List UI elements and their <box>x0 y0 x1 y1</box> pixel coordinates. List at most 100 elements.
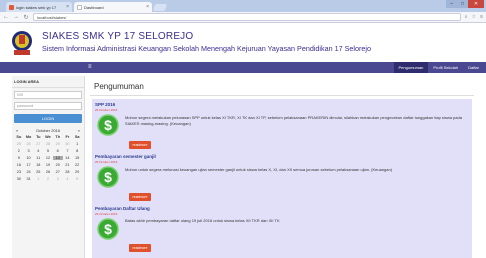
calendar-day[interactable]: 16 <box>14 163 24 167</box>
window-controls: – □ ✕ <box>446 0 484 8</box>
login-button[interactable]: LOGIN <box>14 114 82 123</box>
announcement-title: Pembayaran semester ganjil <box>95 154 156 159</box>
bookmark-star-icon[interactable]: ☆ <box>472 14 476 20</box>
readmore-button[interactable]: readmore <box>129 141 151 149</box>
calendar-day[interactable]: 28 <box>43 142 53 146</box>
calendar-day[interactable]: 30 <box>63 142 73 146</box>
browser-tools: ⌕ ☆ ≡ <box>465 14 483 20</box>
back-icon[interactable]: ← <box>3 14 9 20</box>
calendar-day[interactable]: 27 <box>33 142 43 146</box>
forward-icon[interactable]: → <box>13 14 19 20</box>
menu-toggle-icon[interactable]: ≡ <box>88 64 92 70</box>
calendar-day[interactable]: 5 <box>72 177 82 181</box>
tab-title: login siakes smk yp 17 <box>16 4 57 10</box>
calendar: « October 2016 » Su Mo Tu We Th Fr Sa 25 26 27 28 2… <box>14 127 82 181</box>
calendar-day[interactable]: 29 <box>72 170 82 174</box>
calendar-day[interactable]: 20 <box>53 163 63 167</box>
main-navbar: ≡ Pengumuman Profil Sekolah Daftar <box>0 62 486 73</box>
calendar-day[interactable]: 1 <box>33 177 43 181</box>
calendar-day[interactable]: 19 <box>43 163 53 167</box>
announcement-list: SPP 2016 29 October 2016 $ Mohon segera … <box>92 99 472 258</box>
calendar-day[interactable]: 3 <box>53 177 63 181</box>
password-input[interactable]: password <box>14 102 82 110</box>
nav-daftar[interactable]: Daftar <box>463 62 484 73</box>
calendar-day[interactable]: 3 <box>24 149 34 153</box>
menu-icon[interactable]: ≡ <box>480 14 483 20</box>
calendar-day[interactable]: 31 <box>24 177 34 181</box>
calendar-header: « October 2016 » <box>14 127 82 135</box>
dollar-icon: $ <box>97 114 119 136</box>
url-text: localhost/siakes/ <box>37 14 67 20</box>
calendar-day[interactable]: 28 <box>63 170 73 174</box>
calendar-day[interactable]: 15 <box>72 156 82 160</box>
announcement-title: SPP 2016 <box>95 102 116 107</box>
readmore-button[interactable]: readmore <box>129 193 151 201</box>
calendar-day[interactable]: 29 <box>53 142 63 146</box>
calendar-day[interactable]: 8 <box>72 149 82 153</box>
announcement-item: Pembayaran semester ganjil 29 October 20… <box>95 154 471 206</box>
calendar-day[interactable]: 18 <box>33 163 43 167</box>
svg-text:$: $ <box>104 117 112 133</box>
address-bar: ← → ↻ localhost/siakes/ ⌕ ☆ ≡ <box>0 12 486 23</box>
calendar-grid: Su Mo Tu We Th Fr Sa 25 26 27 28 29 30 1 2 3 4 5 6 7 8 9 10 11 1… <box>14 135 82 181</box>
page-title: Pengumuman <box>90 76 474 96</box>
next-month-icon[interactable]: » <box>78 128 80 133</box>
calendar-day[interactable]: 26 <box>43 170 53 174</box>
new-tab-button[interactable] <box>152 4 168 11</box>
close-window-button[interactable]: ✕ <box>468 0 484 8</box>
calendar-day[interactable]: 14 <box>63 156 73 160</box>
reload-icon[interactable]: ↻ <box>23 14 29 21</box>
calendar-day[interactable]: 26 <box>24 142 34 146</box>
calendar-day[interactable]: 11 <box>33 156 43 160</box>
calendar-day[interactable]: 9 <box>14 156 24 160</box>
calendar-day[interactable]: 24 <box>24 170 34 174</box>
nav-profil-sekolah[interactable]: Profil Sekolah <box>428 62 463 73</box>
calendar-day[interactable]: 2 <box>43 177 53 181</box>
calendar-day[interactable]: 7 <box>63 149 73 153</box>
browser-tab-login[interactable]: login siakes smk yp 17 × <box>6 2 72 12</box>
calendar-day[interactable]: 6 <box>53 149 63 153</box>
calendar-day[interactable]: 25 <box>33 170 43 174</box>
announcement-item: Pembayaran Daftar Ulang 29 October 2016 … <box>95 206 471 256</box>
announcement-date: 29 October 2016 <box>95 160 118 164</box>
announcement-item: SPP 2016 29 October 2016 $ Mohon segera … <box>95 102 471 154</box>
announcement-title: Pembayaran Daftar Ulang <box>95 206 150 211</box>
readmore-button[interactable]: readmore <box>129 244 151 252</box>
calendar-day-header: Th <box>55 135 61 139</box>
close-tab-icon[interactable]: × <box>146 4 149 10</box>
site-subtitle: Sistem Informasi Administrasi Keuangan S… <box>42 44 371 53</box>
calendar-month[interactable]: October 2016 <box>36 128 60 133</box>
calendar-day[interactable]: 1 <box>72 142 82 146</box>
url-input[interactable]: localhost/siakes/ <box>33 13 461 21</box>
calendar-day[interactable]: 23 <box>14 170 24 174</box>
svg-text:$: $ <box>104 221 112 237</box>
nis-input[interactable]: NIS <box>14 91 82 99</box>
zoom-icon[interactable]: ⌕ <box>465 14 468 20</box>
calendar-day[interactable]: 10 <box>24 156 34 160</box>
browser-tab-dashboard[interactable]: Dashboard × <box>74 2 152 12</box>
prev-month-icon[interactable]: « <box>16 128 18 133</box>
calendar-day[interactable]: 2 <box>14 149 24 153</box>
announcement-body: Mohon segera melakukan pelunasan SPP unt… <box>125 115 462 126</box>
calendar-day[interactable]: 4 <box>33 149 43 153</box>
favicon-icon <box>9 4 14 10</box>
calendar-day[interactable]: 17 <box>24 163 34 167</box>
minimize-button[interactable]: – <box>446 0 457 8</box>
calendar-day[interactable]: 30 <box>14 177 24 181</box>
calendar-day[interactable]: 27 <box>53 170 63 174</box>
calendar-day[interactable]: 12 <box>43 156 53 160</box>
school-logo-icon <box>12 31 32 55</box>
nav-pengumuman[interactable]: Pengumuman <box>393 62 429 73</box>
nav-links: Pengumuman Profil Sekolah Daftar <box>393 62 485 73</box>
calendar-day[interactable]: 22 <box>72 163 82 167</box>
close-tab-icon[interactable]: × <box>66 4 69 10</box>
calendar-day[interactable]: 5 <box>43 149 53 153</box>
calendar-day[interactable]: 25 <box>14 142 24 146</box>
maximize-button[interactable]: □ <box>457 0 468 8</box>
calendar-day-header: Mo <box>25 135 32 139</box>
calendar-day-header: Fr <box>65 135 70 139</box>
calendar-day-header: Su <box>16 135 22 139</box>
calendar-day[interactable]: 4 <box>63 177 73 181</box>
calendar-day[interactable]: 21 <box>63 163 73 167</box>
calendar-day[interactable]: 13 <box>52 156 63 160</box>
